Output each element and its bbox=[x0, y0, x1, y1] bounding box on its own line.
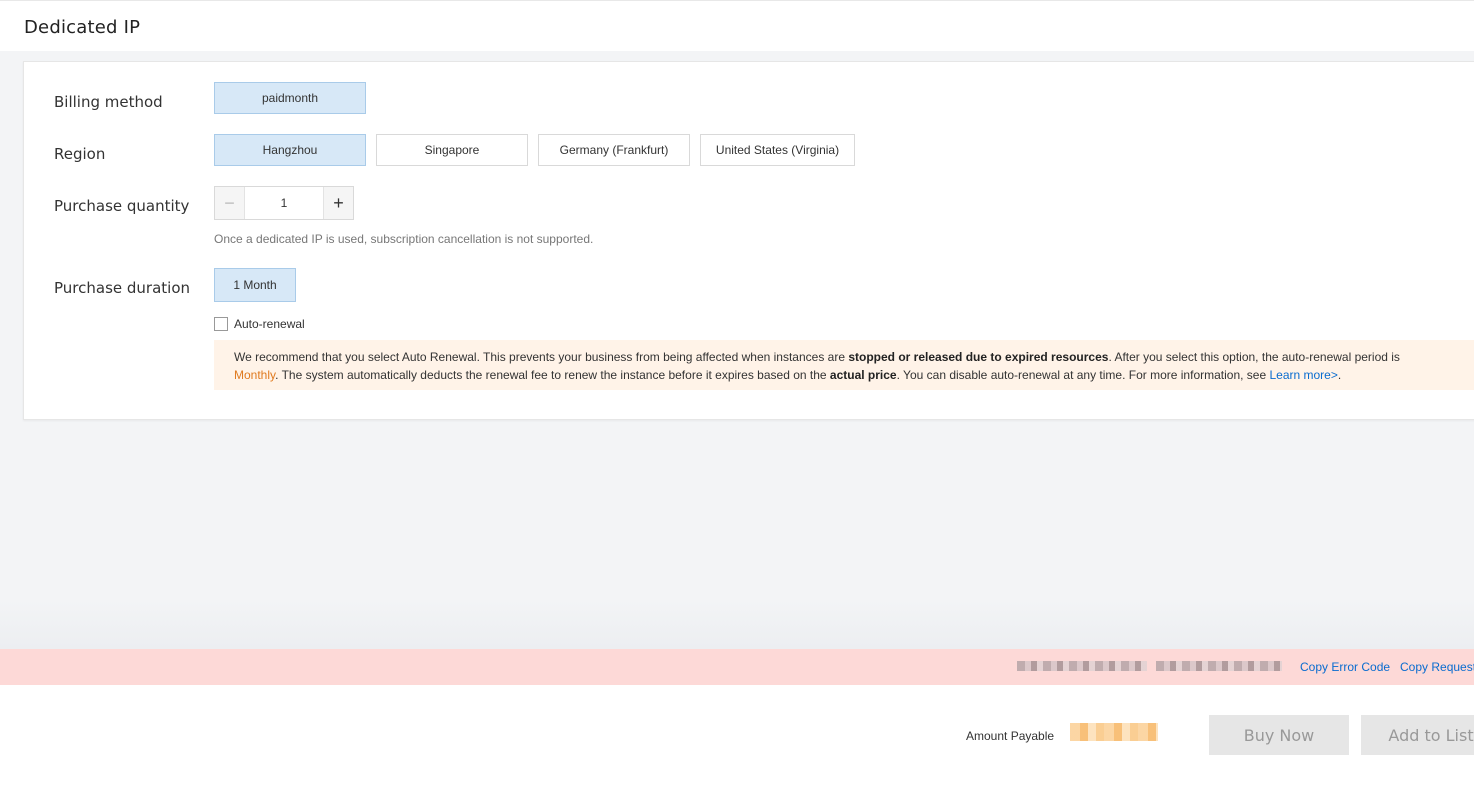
learn-more-link[interactable]: Learn more> bbox=[1269, 368, 1337, 382]
buy-now-button[interactable]: Buy Now bbox=[1209, 715, 1349, 755]
notice-text: . You can disable auto-renewal at any ti… bbox=[896, 368, 1270, 382]
auto-renewal-notice: We recommend that you select Auto Renewa… bbox=[214, 340, 1474, 390]
amount-payable-label: Amount Payable bbox=[966, 729, 1055, 743]
page-title: Dedicated IP bbox=[24, 17, 141, 38]
purchase-form-card: Billing method paidmonth Region Hangzhou… bbox=[23, 61, 1474, 420]
region-option-frankfurt[interactable]: Germany (Frankfurt) bbox=[538, 134, 690, 166]
error-bar: Copy Error Code Copy Request bbox=[0, 649, 1474, 685]
add-to-list-button[interactable]: Add to List bbox=[1361, 715, 1474, 755]
duration-option-1-month[interactable]: 1 Month bbox=[214, 268, 296, 302]
quantity-stepper: − + bbox=[214, 186, 354, 220]
decrement-button[interactable]: − bbox=[215, 187, 245, 219]
auto-renewal-checkbox[interactable] bbox=[214, 317, 228, 331]
notice-text: . After you select this option, the auto… bbox=[1108, 350, 1400, 364]
page-background bbox=[0, 600, 1474, 649]
quantity-input[interactable] bbox=[245, 187, 323, 219]
copy-error-code-link[interactable]: Copy Error Code bbox=[1300, 660, 1390, 674]
quantity-hint: Once a dedicated IP is used, subscriptio… bbox=[214, 232, 594, 246]
redacted-request-id bbox=[1156, 661, 1282, 671]
purchase-quantity-label: Purchase quantity bbox=[54, 197, 190, 215]
purchase-duration-label: Purchase duration bbox=[54, 279, 191, 297]
notice-period: Monthly bbox=[234, 368, 276, 382]
billing-option-paidmonth[interactable]: paidmonth bbox=[214, 82, 366, 114]
notice-text: . bbox=[1337, 368, 1342, 382]
region-option-hangzhou[interactable]: Hangzhou bbox=[214, 134, 366, 166]
copy-request-link[interactable]: Copy Request bbox=[1400, 660, 1474, 674]
region-option-virginia[interactable]: United States (Virginia) bbox=[700, 134, 855, 166]
region-option-singapore[interactable]: Singapore bbox=[376, 134, 528, 166]
redacted-error-code bbox=[1017, 661, 1147, 671]
notice-bold-text: actual price bbox=[829, 368, 897, 382]
notice-text: We recommend that you select Auto Renewa… bbox=[234, 350, 849, 364]
billing-method-label: Billing method bbox=[54, 93, 163, 111]
page-header: Dedicated IP bbox=[0, 0, 1474, 51]
purchase-footer: Amount Payable Buy Now Add to List bbox=[0, 685, 1474, 785]
auto-renewal-label[interactable]: Auto-renewal bbox=[234, 317, 305, 331]
increment-button[interactable]: + bbox=[323, 187, 353, 219]
notice-bold-text: stopped or released due to expired resou… bbox=[848, 350, 1109, 364]
region-label: Region bbox=[54, 145, 106, 163]
redacted-amount bbox=[1070, 723, 1158, 741]
notice-text: . The system automatically deducts the r… bbox=[275, 368, 830, 382]
